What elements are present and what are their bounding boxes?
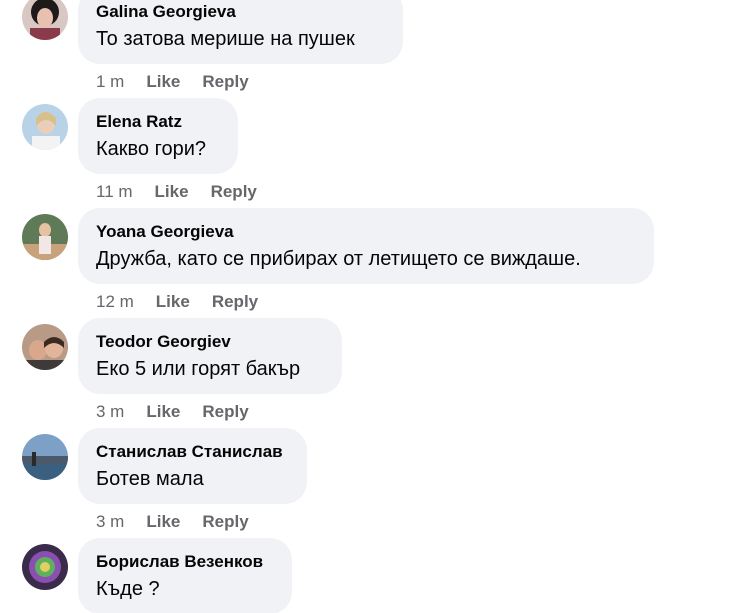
comment-list: Galina Georgieva То затова мерише на пуш… [0,0,746,613]
comment-text: Дружба, като се прибирах от летището се … [96,248,581,270]
avatar[interactable] [22,324,68,370]
comment-text: То затова мерише на пушек [96,28,355,50]
comment-item: Yoana Georgieva Дружба, като се прибирах… [0,194,746,311]
comment-text: Ботев мала [96,468,204,490]
comment-item: Galina Georgieva То затова мерише на пуш… [0,0,746,91]
comment-bubble: Станислав Станислав Ботев мала [78,428,307,504]
comment-item: Борислав Везенков Къде ? [0,524,746,613]
comment-author[interactable]: Станислав Станислав [96,442,283,462]
avatar[interactable] [22,434,68,480]
comment-bubble: Teodor Georgiev Еко 5 или горят бакър [78,318,342,394]
comment-author[interactable]: Борислав Везенков [96,552,263,572]
comment-author[interactable]: Elena Ratz [96,112,182,132]
avatar[interactable] [22,0,68,40]
comment-author[interactable]: Teodor Georgiev [96,332,231,352]
comment-author[interactable]: Galina Georgieva [96,2,236,22]
comment-bubble: Elena Ratz Какво гори? [78,98,238,174]
comment-text: Какво гори? [96,138,206,160]
comment-item: Elena Ratz Какво гори? 11 m Like Reply [0,84,746,201]
comment-text: Къде ? [96,578,160,600]
avatar[interactable] [22,214,68,260]
comment-item: Teodor Georgiev Еко 5 или горят бакър 3 … [0,304,746,421]
comment-text: Еко 5 или горят бакър [96,358,301,380]
comment-bubble: Galina Georgieva То затова мерише на пуш… [78,0,403,64]
avatar[interactable] [22,104,68,150]
comment-bubble: Борислав Везенков Къде ? [78,538,292,613]
avatar[interactable] [22,544,68,590]
comment-author[interactable]: Yoana Georgieva [96,222,234,242]
comment-bubble: Yoana Georgieva Дружба, като се прибирах… [78,208,654,284]
comment-item: Станислав Станислав Ботев мала 3 m Like Re… [0,414,746,531]
